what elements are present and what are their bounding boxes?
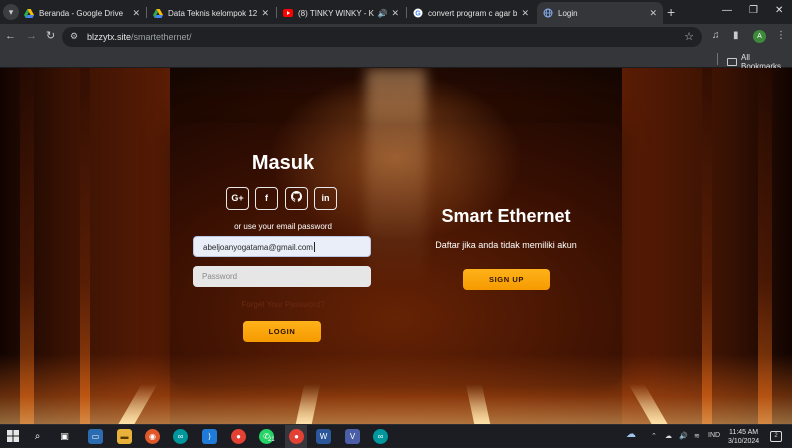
visual-basic-icon[interactable]: V xyxy=(345,429,360,444)
linkedin-icon[interactable]: in xyxy=(314,187,337,210)
clock-time: 11:45 AM xyxy=(729,429,759,436)
url-text: blzzytx.site/smartethernet/ xyxy=(87,32,192,42)
close-icon[interactable]: ✕ xyxy=(649,8,657,19)
profile-avatar[interactable]: A xyxy=(753,30,766,43)
reload-button[interactable]: ↻ xyxy=(46,30,55,42)
chrome-active-icon[interactable]: ● xyxy=(289,429,304,444)
chrome-icon[interactable]: ● xyxy=(231,429,246,444)
speaker-icon[interactable]: 🔊 xyxy=(377,9,387,18)
address-bar[interactable]: ⚙ blzzytx.site/smartethernet/ ☆ xyxy=(62,27,702,47)
login-title: Masuk xyxy=(251,152,315,174)
tab-label: convert program c agar ben xyxy=(428,8,518,18)
volume-icon[interactable]: 🔊 xyxy=(679,432,688,440)
github-icon[interactable] xyxy=(285,187,308,210)
close-icon[interactable]: ✕ xyxy=(261,8,269,19)
cloud-sync-icon[interactable]: ☁ xyxy=(665,432,672,440)
login-button[interactable]: LOGIN xyxy=(243,321,321,342)
tab-data-teknis[interactable]: Data Teknis kelompok 12(w ✕ xyxy=(147,2,275,24)
tab-label: Beranda - Google Drive xyxy=(39,8,124,18)
bookmarks-bar: All Bookmarks xyxy=(0,49,792,71)
bookmarks-divider xyxy=(717,53,718,65)
tab-label: Login xyxy=(558,8,578,18)
or-use-email-text: or use your email password xyxy=(234,222,332,231)
window-close-button[interactable]: ✕ xyxy=(775,5,783,16)
close-icon[interactable]: ✕ xyxy=(521,8,529,19)
google-icon: G xyxy=(413,8,423,18)
file-explorer-icon[interactable]: ▬ xyxy=(117,429,132,444)
arduino-ide-icon[interactable]: ∞ xyxy=(373,429,388,444)
forgot-password-link[interactable]: Forget Your Password? xyxy=(170,300,396,309)
google-plus-icon[interactable]: G+ xyxy=(226,187,249,210)
site-info-icon[interactable]: ⚙ xyxy=(70,31,78,42)
text-caret xyxy=(313,242,315,252)
facebook-icon[interactable]: f xyxy=(255,187,278,210)
panel-title: Smart Ethernet xyxy=(441,206,571,226)
password-field[interactable]: Password xyxy=(193,266,371,287)
email-value: abeljoanyogatama@gmail.com xyxy=(203,243,313,252)
folder-icon xyxy=(727,58,737,66)
svg-text:G: G xyxy=(415,11,421,18)
email-field[interactable]: abeljoanyogatama@gmail.com xyxy=(193,236,371,257)
vscode-icon[interactable]: ⟩ xyxy=(202,429,217,444)
language-indicator[interactable]: IND xyxy=(708,432,720,439)
maximize-button[interactable]: ❐ xyxy=(749,5,758,16)
panel-text: Daftar jika anda tidak memiliki akun xyxy=(435,240,577,250)
tab-google-search[interactable]: G convert program c agar ben ✕ xyxy=(407,2,535,24)
globe-icon xyxy=(543,8,553,18)
back-button[interactable]: ← xyxy=(5,30,16,42)
new-tab-button[interactable]: + xyxy=(667,4,675,20)
youtube-icon xyxy=(283,8,293,18)
word-icon[interactable]: W xyxy=(316,429,331,444)
more-menu-icon[interactable]: ⋮ xyxy=(776,30,786,41)
arduino-icon[interactable]: ∞ xyxy=(173,429,188,444)
tab-login[interactable]: Login ✕ xyxy=(537,2,663,24)
close-icon[interactable]: ✕ xyxy=(391,8,399,19)
google-drive-icon xyxy=(24,8,34,18)
tab-strip: ▾ Beranda - Google Drive ✕ Data Teknis k… xyxy=(0,0,792,24)
close-icon[interactable]: ✕ xyxy=(132,8,140,19)
widgets-icon[interactable]: ▭ xyxy=(88,429,103,444)
wifi-icon[interactable]: ≋ xyxy=(694,432,700,440)
media-controls-icon[interactable]: ♫ xyxy=(712,30,720,41)
whatsapp-badge: 21 xyxy=(268,437,275,443)
windows-start-icon[interactable] xyxy=(5,429,20,444)
forward-button[interactable]: → xyxy=(26,30,37,42)
notification-center-icon[interactable]: 2 xyxy=(770,431,782,442)
weather-icon[interactable]: ☁ xyxy=(626,429,636,440)
clock-date: 3/10/2024 xyxy=(728,438,760,445)
taskbar: ⌕ ▣ ▭ ▬ ◉ ∞ ⟩ ● ✆ 21 ● W V ∞ ☁ ⌃ ☁ 🔊 ≋ I… xyxy=(0,424,792,448)
minimize-button[interactable]: — xyxy=(722,5,732,16)
browser-toolbar: ← → ↻ ⚙ blzzytx.site/smartethernet/ ☆ ♫ … xyxy=(0,24,792,49)
clock[interactable]: 11:45 AM 3/10/2024 xyxy=(728,428,759,446)
tab-youtube[interactable]: (8) TINKY WINKY - KEN 🔊 ✕ xyxy=(277,2,405,24)
tab-label: Data Teknis kelompok 12(w xyxy=(168,8,258,18)
web-page: Masuk G+ f in or use your email password… xyxy=(0,68,792,424)
firefox-icon[interactable]: ◉ xyxy=(145,429,160,444)
tab-search-button[interactable]: ▾ xyxy=(3,4,19,20)
side-panel-icon[interactable]: ▮ xyxy=(733,30,739,41)
tab-label: (8) TINKY WINKY - KEN xyxy=(298,8,375,18)
tab-google-drive[interactable]: Beranda - Google Drive ✕ xyxy=(18,2,146,24)
bookmark-star-icon[interactable]: ☆ xyxy=(684,30,694,43)
sign-up-button[interactable]: SIGN UP xyxy=(463,269,550,290)
show-hidden-icons-icon[interactable]: ⌃ xyxy=(651,432,657,440)
task-view-icon[interactable]: ▣ xyxy=(57,429,72,444)
search-icon[interactable]: ⌕ xyxy=(30,429,45,444)
google-drive-icon xyxy=(153,8,163,18)
